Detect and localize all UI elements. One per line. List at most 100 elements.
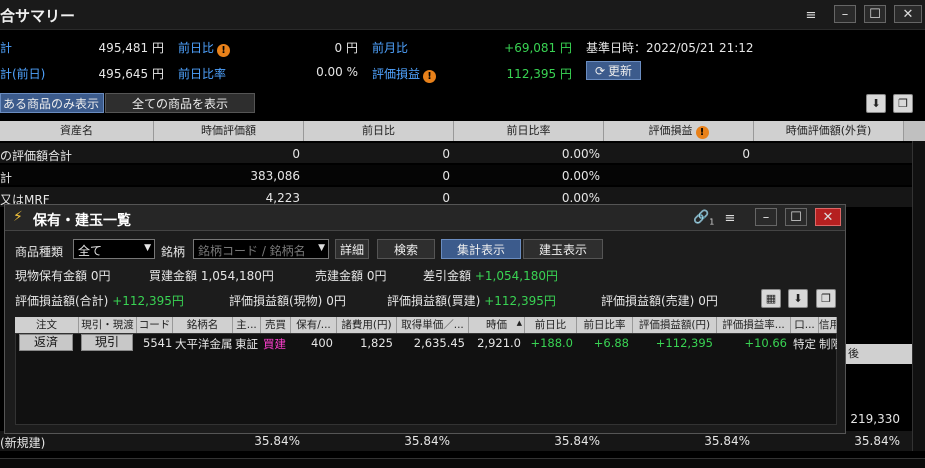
col-market[interactable]: 主... [233,317,261,333]
stat-pl-spot: 評価損益額(現物) 0円 [229,294,346,308]
holdings-title: 保有・建玉一覧 [33,213,131,229]
col-credit[interactable]: 信用 [819,317,837,333]
main-scrollbar[interactable] [912,141,925,451]
main-window-title: 合サマリー [0,7,76,25]
minimize-button[interactable]: – [755,208,777,226]
minimize-button[interactable]: – [834,5,856,23]
copy-icon[interactable]: ❐ [893,94,913,113]
col-qty[interactable]: 保有/... [291,317,337,333]
row-pl-amount: +112,395 [655,336,713,350]
maximize-button[interactable]: ☐ [785,208,807,226]
symbol-input[interactable]: 銘柄コード / 銘柄名 ▼ [193,239,329,259]
type-select[interactable]: 全て ▼ [73,239,155,259]
holdings-window: ⚡ 保有・建玉一覧 🔗1 ≡ – ☐ ✕ 商品種類 全て ▼ 銘柄 銘柄コード /… [4,204,846,434]
close-button[interactable]: ✕ [894,5,922,23]
base-time: 基準日時：2022/05/21 21:12 [586,41,754,55]
stat-sell-amount: 売建金額 0円 [315,269,387,283]
col-price[interactable]: 時価 ▲ [469,317,525,333]
detail-button[interactable]: 詳細 [335,239,369,259]
col-cost[interactable]: 取得単価／... [397,317,469,333]
type-label: 商品種類 [15,245,64,259]
col-fee[interactable]: 諸費用(円) [337,317,397,333]
warning-icon[interactable]: ! [217,44,231,57]
main-bottom-border [0,458,925,468]
table-row[interactable]: の評価額合計 0 0 0.00% 0 [0,143,912,163]
col-pl-rate[interactable]: 評価損益率... [717,317,791,333]
stat-pl-total: 評価損益額(合計) +112,395円 [15,294,184,308]
row-pl-rate: +10.66 [744,336,787,350]
position-view-button[interactable]: 建玉表示 [523,239,603,259]
sum-view-button[interactable]: 集計表示 [441,239,521,259]
repay-button[interactable]: 返済 [19,334,73,351]
summary-monthchg-label: 前月比 [372,41,409,55]
partial-header: 後 [846,344,912,364]
col-order[interactable]: 注文 [15,317,79,333]
row-symbol-name[interactable]: 大平洋金属 [175,336,233,352]
maximize-button[interactable]: ☐ [864,5,886,23]
menu-icon[interactable]: ≡ [800,6,822,24]
sort-asc-icon: ▲ [516,319,522,327]
calculator-icon[interactable]: ▦ [761,289,781,308]
col-market-value[interactable]: 時価評価額 [154,121,304,141]
table-scroll-edge [904,121,925,141]
row-side: 買建 [263,337,286,351]
col-market-value-fx[interactable]: 時価評価額(外貨) [754,121,904,141]
menu-icon[interactable]: ≡ [719,209,741,227]
row-qty: 400 [311,336,333,350]
main-title-bar [0,0,925,30]
col-delivery[interactable]: 現引・現渡 [79,317,137,333]
col-pl[interactable]: 評価損益! [604,121,754,141]
col-symbol-name[interactable]: 銘柄名 [173,317,233,333]
chevron-down-icon: ▼ [318,243,325,253]
app-logo-icon: ⚡ [13,209,23,225]
col-code[interactable]: コード [137,317,173,333]
download-icon[interactable]: ⬇ [866,94,886,113]
table-row[interactable]: 計 383,086 0 0.00% [0,165,912,185]
row-chg-rate: +6.88 [593,336,629,350]
symbol-label: 銘柄 [161,245,186,259]
warning-icon[interactable]: ! [695,126,709,139]
copy-icon[interactable]: ❐ [816,289,836,308]
col-chg-rate[interactable]: 前日比率 [577,317,633,333]
stat-pl-sell: 評価損益額(売建) 0円 [601,294,718,308]
summary-total-value: 495,481 円 [98,41,164,55]
refresh-icon: ⟳ [594,63,606,78]
row-fee: 1,825 [360,336,393,350]
summary-prev-label: 計(前日) [0,67,46,81]
tab-held-only[interactable]: ある商品のみ表示 [0,93,104,113]
tab-all-products[interactable]: 全ての商品を表示 [105,93,255,113]
table-row[interactable]: (新規建) 35.84% 35.84% 35.84% 35.84% 35.84% [0,431,912,451]
download-icon[interactable]: ⬇ [788,289,808,308]
summary-prev-value: 495,645 円 [98,67,164,81]
refresh-button[interactable]: ⟳ 更新 [586,61,641,80]
chevron-down-icon: ▼ [144,243,151,253]
summary-monthchg-value: +69,081 円 [504,41,572,55]
row-code: 5541 [143,336,173,350]
summary-daychg-label: 前日比! [178,39,231,57]
delivery-button[interactable]: 現引 [81,334,133,351]
close-button[interactable]: ✕ [815,208,841,226]
col-chg[interactable]: 前日比 [525,317,577,333]
stat-net-amount: 差引金額 +1,054,180円 [423,269,558,283]
col-side[interactable]: 売買 [261,317,291,333]
summary-pl-value: 112,395 円 [506,67,572,81]
col-asset-name[interactable]: 資産名 [0,121,154,141]
warning-icon[interactable]: ! [423,70,437,83]
row-account: 特定 [793,337,816,351]
partial-value: 219,330 [850,412,900,426]
link-icon[interactable]: 🔗1 [693,210,714,227]
row-price: 2,921.0 [477,336,521,350]
col-pl-amount[interactable]: 評価損益額(円) [633,317,717,333]
summary-total-label: 計 [0,41,13,55]
col-account[interactable]: 口... [791,317,819,333]
stat-spot-amount: 現物保有金額 0円 [15,269,111,283]
col-day-rate[interactable]: 前日比率 [454,121,604,141]
col-day-change[interactable]: 前日比 [304,121,454,141]
summary-daychg-value: 0 円 [334,41,358,55]
row-cost: 2,635.45 [413,336,465,350]
stat-pl-buy: 評価損益額(買建) +112,395円 [387,294,556,308]
stat-buy-amount: 買建金額 1,054,180円 [149,269,274,283]
search-button[interactable]: 検索 [377,239,435,259]
summary-pl-label: 評価損益! [372,65,437,83]
row-chg: +188.0 [530,336,573,350]
